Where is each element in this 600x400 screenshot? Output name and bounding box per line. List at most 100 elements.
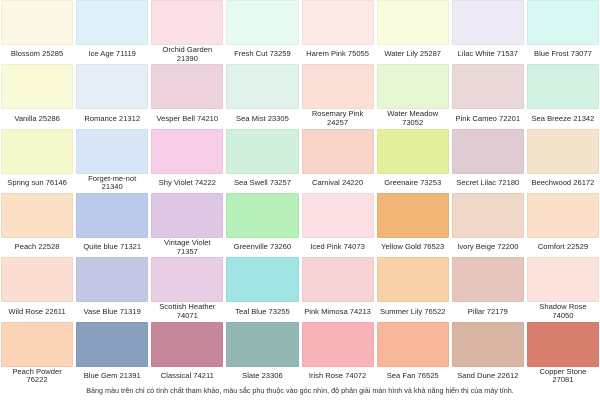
swatch-label: Vase Blue 71319	[83, 306, 141, 316]
swatch-color-chip	[226, 0, 299, 45]
color-swatch[interactable]: Water Lily 25287	[376, 0, 449, 64]
color-swatch[interactable]: Vase Blue 71319	[76, 257, 149, 321]
swatch-label: Teal Blue 73255	[235, 306, 290, 316]
swatch-color-chip	[226, 193, 299, 238]
color-swatch[interactable]: Vintage Violet 71357	[151, 193, 224, 257]
swatch-color-chip	[151, 257, 224, 303]
swatch-color-chip	[1, 128, 74, 174]
swatch-label: Comfort 22529	[537, 242, 589, 252]
swatch-color-chip	[376, 257, 449, 303]
swatch-color-chip	[76, 0, 149, 45]
color-swatch[interactable]: Scottish Heather 74071	[151, 257, 224, 321]
swatch-label: Greenville 73260	[233, 242, 292, 252]
disclaimer-note: Bảng màu trên chỉ có tính chất tham khảo…	[86, 386, 514, 395]
color-swatch[interactable]: Lilac White 71537	[451, 0, 524, 64]
swatch-color-chip	[526, 0, 599, 45]
color-swatch[interactable]: Copper Stone 27081	[526, 321, 599, 386]
color-swatch[interactable]: Sea Mist 23305	[226, 64, 299, 128]
color-swatch[interactable]: Wild Rose 22611	[1, 257, 74, 321]
color-swatch[interactable]: Sea Breeze 21342	[526, 64, 599, 128]
swatch-label: Vesper Bell 74210	[156, 113, 219, 123]
swatch-label: Greenaire 73253	[384, 178, 442, 188]
swatch-color-chip	[226, 128, 299, 174]
color-swatch[interactable]: Summer Lily 76522	[376, 257, 449, 321]
color-swatch[interactable]: Sea Fan 76525	[376, 321, 449, 386]
swatch-color-chip	[526, 321, 599, 367]
color-swatch[interactable]: Slate 23306	[226, 321, 299, 386]
swatch-color-chip	[376, 193, 449, 238]
color-swatch[interactable]: Pink Cameo 72201	[451, 64, 524, 128]
swatch-color-chip	[451, 321, 524, 367]
swatch-color-chip	[301, 193, 374, 238]
color-swatch[interactable]: Spring sun 76146	[1, 128, 74, 193]
color-swatch[interactable]: Ice Age 71119	[76, 0, 149, 64]
swatch-color-chip	[451, 193, 524, 238]
color-swatch[interactable]: Romance 21312	[76, 64, 149, 128]
swatch-color-chip	[76, 128, 149, 174]
color-swatch[interactable]: Water Meadow 73052	[376, 64, 449, 128]
swatch-color-chip	[76, 257, 149, 303]
swatch-color-chip	[301, 0, 374, 45]
swatch-label: Sand Dune 22612	[457, 371, 519, 381]
swatch-label: Romance 21312	[84, 113, 141, 123]
swatch-color-chip	[1, 0, 74, 45]
swatch-color-chip	[1, 257, 74, 303]
color-swatch[interactable]: Ivory Beige 72200	[451, 193, 524, 257]
color-swatch[interactable]: Sea Swell 73257	[226, 128, 299, 193]
color-swatch[interactable]: Orchid Garden 21390	[151, 0, 224, 64]
swatch-color-chip	[151, 64, 224, 110]
swatch-label: Yellow Gold 76523	[381, 242, 445, 252]
swatch-color-chip	[226, 257, 299, 303]
color-swatch[interactable]: Fresh Cut 73259	[226, 0, 299, 64]
swatch-label: Orchid Garden 21390	[162, 45, 213, 63]
color-swatch[interactable]: Rosemary Pink 24257	[301, 64, 374, 128]
color-swatch[interactable]: Harem Pink 75055	[301, 0, 374, 64]
color-swatch[interactable]: Shadow Rose 74050	[526, 257, 599, 321]
swatch-color-chip	[526, 64, 599, 110]
color-swatch[interactable]: Vesper Bell 74210	[151, 64, 224, 128]
color-swatch[interactable]: Peach Powder 76222	[1, 321, 74, 386]
swatch-label: Irish Rose 74072	[308, 371, 367, 381]
color-swatch[interactable]: Iced Pink 74073	[301, 193, 374, 257]
color-swatch[interactable]: Pink Mimosa 74213	[301, 257, 374, 321]
color-swatch[interactable]: Vanilla 25286	[1, 64, 74, 128]
swatch-label: Lilac White 71537	[457, 49, 518, 59]
color-swatch[interactable]: Blue Frost 73077	[526, 0, 599, 64]
color-swatch[interactable]: Secret Lilac 72180	[451, 128, 524, 193]
swatch-label: Peach 22528	[14, 242, 60, 252]
swatch-label: Fresh Cut 73259	[234, 49, 291, 59]
color-swatch[interactable]: Greenville 73260	[226, 193, 299, 257]
swatch-label: Sea Breeze 21342	[531, 113, 595, 123]
swatch-label: Pink Mimosa 74213	[304, 306, 371, 316]
color-swatch[interactable]: Shy Violet 74222	[151, 128, 224, 193]
color-swatch[interactable]: Comfort 22529	[526, 193, 599, 257]
swatch-color-chip	[526, 128, 599, 174]
color-swatch[interactable]: Peach 22528	[1, 193, 74, 257]
color-swatch[interactable]: Yellow Gold 76523	[376, 193, 449, 257]
color-swatch[interactable]: Forget-me-not 21340	[76, 128, 149, 193]
swatch-color-chip	[76, 321, 149, 367]
swatch-color-chip	[76, 64, 149, 110]
swatch-label: Spring sun 76146	[7, 178, 67, 188]
color-swatch[interactable]: Sand Dune 22612	[451, 321, 524, 386]
swatch-color-chip	[1, 64, 74, 110]
swatch-color-chip	[76, 193, 149, 238]
color-swatch[interactable]: Quite blue 71321	[76, 193, 149, 257]
color-swatch[interactable]: Pillar 72179	[451, 257, 524, 321]
color-swatch[interactable]: Carnival 24220	[301, 128, 374, 193]
swatch-label: Water Meadow 73052	[387, 109, 439, 127]
color-swatch[interactable]: Beechwood 26172	[526, 128, 599, 193]
color-swatch[interactable]: Teal Blue 73255	[226, 257, 299, 321]
color-swatch[interactable]: Irish Rose 74072	[301, 321, 374, 386]
swatch-color-chip	[1, 193, 74, 238]
color-swatch[interactable]: Blossom 25285	[1, 0, 74, 64]
color-swatch-grid: Blossom 25285 Ice Age 71119 Orchid Garden …	[0, 0, 600, 386]
swatch-label: Sea Swell 73257	[233, 178, 291, 188]
color-swatch[interactable]: Greenaire 73253	[376, 128, 449, 193]
swatch-label: Carnival 24220	[312, 178, 364, 188]
swatch-label: Ivory Beige 72200	[457, 242, 519, 252]
swatch-label: Shadow Rose 74050	[539, 302, 587, 320]
color-swatch[interactable]: Blue Gem 21391	[76, 321, 149, 386]
swatch-color-chip	[376, 128, 449, 174]
color-swatch[interactable]: Classical 74211	[151, 321, 224, 386]
